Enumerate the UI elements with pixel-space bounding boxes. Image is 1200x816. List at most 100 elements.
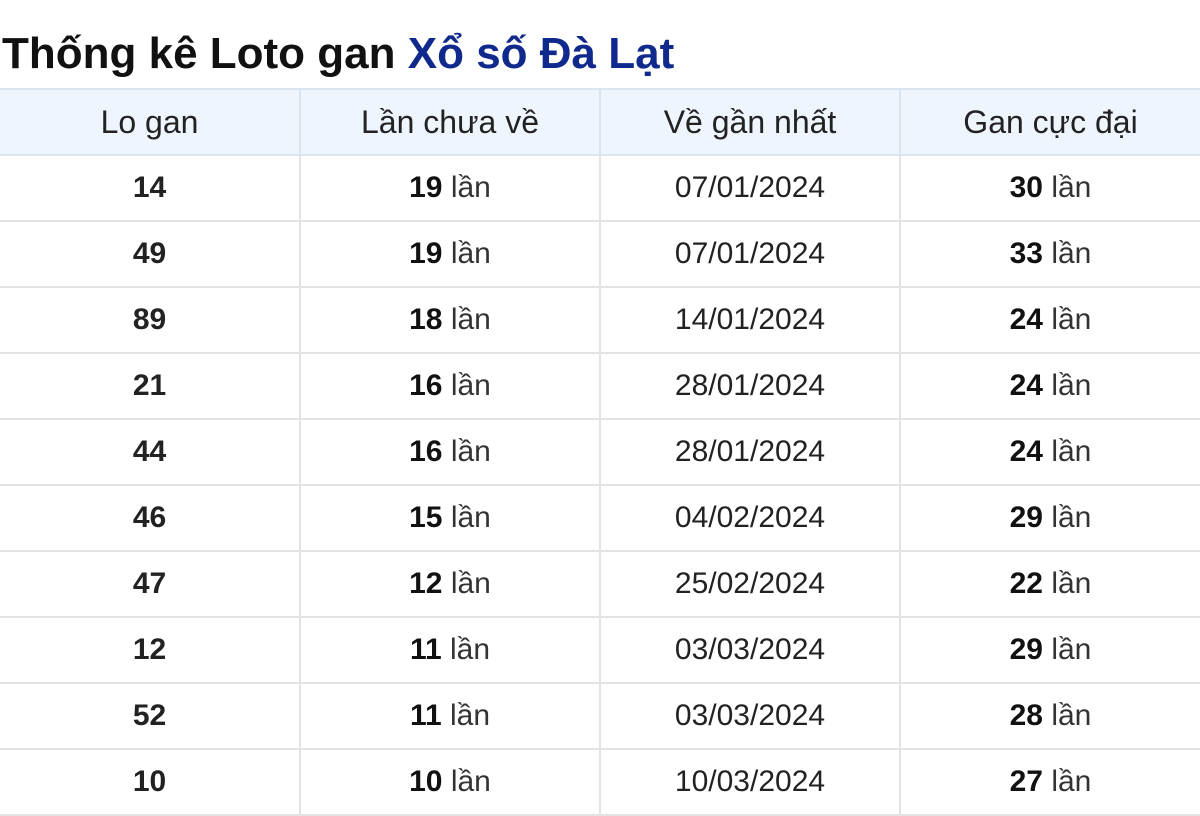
cell-lan-chua-ve-unit: lần <box>450 435 491 468</box>
cell-gan-cuc-dai-value: 22 <box>1009 567 1043 600</box>
cell-gan-cuc-dai-value: 24 <box>1009 369 1043 402</box>
table-header-row: Lo gan Lần chưa về Về gần nhất Gan cực đ… <box>0 88 1200 156</box>
cell-lan-chua-ve-value: 19 <box>409 171 443 204</box>
page: Thống kê Loto gan Xổ số Đà Lạt Lo gan Lầ… <box>0 0 1200 816</box>
cell-gan-cuc-dai-unit: lần <box>1051 765 1092 798</box>
cell-lan-chua-ve-value: 18 <box>409 303 443 336</box>
cell-lan-chua-ve: 16 lần <box>300 419 601 486</box>
cell-gan-cuc-dai: 24 lần <box>900 353 1200 420</box>
cell-lan-chua-ve-unit: lần <box>450 303 491 336</box>
cell-gan-cuc-dai-unit: lần <box>1051 237 1092 270</box>
cell-lo-gan: 21 <box>0 353 301 420</box>
header-ve-gan-nhat: Về gần nhất <box>600 88 901 156</box>
cell-lan-chua-ve: 19 lần <box>300 155 601 222</box>
cell-gan-cuc-dai: 28 lần <box>900 683 1200 750</box>
title-accent[interactable]: Xổ số Đà Lạt <box>408 29 675 78</box>
cell-ve-gan-nhat[interactable]: 03/03/2024 <box>600 683 901 750</box>
cell-gan-cuc-dai: 33 lần <box>900 221 1200 288</box>
cell-lan-chua-ve: 11 lần <box>300 617 601 684</box>
cell-lan-chua-ve-unit: lần <box>450 171 491 204</box>
cell-gan-cuc-dai-unit: lần <box>1051 633 1092 666</box>
table-row: 49 19 lần 07/01/2024 33 lần <box>0 221 1200 288</box>
cell-lan-chua-ve-unit: lần <box>450 501 491 534</box>
header-lo-gan: Lo gan <box>0 88 301 156</box>
cell-lo-gan: 46 <box>0 485 301 552</box>
cell-gan-cuc-dai: 24 lần <box>900 419 1200 486</box>
cell-gan-cuc-dai-value: 27 <box>1009 765 1043 798</box>
cell-lo-gan: 47 <box>0 551 301 618</box>
cell-gan-cuc-dai: 24 lần <box>900 287 1200 354</box>
cell-gan-cuc-dai: 29 lần <box>900 485 1200 552</box>
cell-lan-chua-ve-value: 19 <box>409 237 443 270</box>
cell-ve-gan-nhat[interactable]: 07/01/2024 <box>600 221 901 288</box>
cell-gan-cuc-dai-unit: lần <box>1051 171 1092 204</box>
cell-gan-cuc-dai-unit: lần <box>1051 369 1092 402</box>
table-row: 52 11 lần 03/03/2024 28 lần <box>0 683 1200 750</box>
table-row: 12 11 lần 03/03/2024 29 lần <box>0 617 1200 684</box>
cell-lan-chua-ve: 16 lần <box>300 353 601 420</box>
cell-gan-cuc-dai-value: 30 <box>1009 171 1043 204</box>
table-row: 89 18 lần 14/01/2024 24 lần <box>0 287 1200 354</box>
cell-gan-cuc-dai-unit: lần <box>1051 699 1092 732</box>
cell-lan-chua-ve: 11 lần <box>300 683 601 750</box>
cell-gan-cuc-dai: 30 lần <box>900 155 1200 222</box>
cell-lan-chua-ve-unit: lần <box>450 765 491 798</box>
page-title: Thống kê Loto gan Xổ số Đà Lạt <box>2 24 674 84</box>
cell-lan-chua-ve: 10 lần <box>300 749 601 816</box>
cell-lan-chua-ve-value: 16 <box>409 369 443 402</box>
table-row: 14 19 lần 07/01/2024 30 lần <box>0 155 1200 222</box>
cell-lan-chua-ve-value: 15 <box>409 501 443 534</box>
loto-gan-table: Lo gan Lần chưa về Về gần nhất Gan cực đ… <box>0 88 1200 816</box>
cell-gan-cuc-dai-unit: lần <box>1051 435 1092 468</box>
cell-gan-cuc-dai-unit: lần <box>1051 567 1092 600</box>
cell-lan-chua-ve-value: 12 <box>409 567 443 600</box>
cell-lo-gan: 49 <box>0 221 301 288</box>
cell-ve-gan-nhat[interactable]: 10/03/2024 <box>600 749 901 816</box>
header-gan-cuc-dai: Gan cực đại <box>900 88 1200 156</box>
cell-ve-gan-nhat[interactable]: 28/01/2024 <box>600 353 901 420</box>
cell-lan-chua-ve-value: 16 <box>409 435 443 468</box>
cell-lo-gan: 44 <box>0 419 301 486</box>
cell-ve-gan-nhat[interactable]: 14/01/2024 <box>600 287 901 354</box>
cell-lan-chua-ve-value: 11 <box>409 633 442 666</box>
cell-gan-cuc-dai: 29 lần <box>900 617 1200 684</box>
cell-gan-cuc-dai-value: 24 <box>1009 303 1043 336</box>
cell-gan-cuc-dai: 27 lần <box>900 749 1200 816</box>
cell-ve-gan-nhat[interactable]: 25/02/2024 <box>600 551 901 618</box>
cell-ve-gan-nhat[interactable]: 03/03/2024 <box>600 617 901 684</box>
cell-lan-chua-ve-unit: lần <box>450 237 491 270</box>
cell-lan-chua-ve-unit: lần <box>450 699 491 732</box>
cell-lan-chua-ve: 19 lần <box>300 221 601 288</box>
cell-gan-cuc-dai-value: 29 <box>1009 633 1043 666</box>
cell-gan-cuc-dai-value: 28 <box>1009 699 1043 732</box>
cell-gan-cuc-dai-unit: lần <box>1051 501 1092 534</box>
header-lan-chua-ve: Lần chưa về <box>300 88 601 156</box>
cell-lan-chua-ve-value: 10 <box>409 765 443 798</box>
table-row: 46 15 lần 04/02/2024 29 lần <box>0 485 1200 552</box>
cell-gan-cuc-dai: 22 lần <box>900 551 1200 618</box>
cell-lo-gan: 14 <box>0 155 301 222</box>
cell-lan-chua-ve: 18 lần <box>300 287 601 354</box>
cell-lo-gan: 10 <box>0 749 301 816</box>
cell-lan-chua-ve-unit: lần <box>450 567 491 600</box>
cell-lan-chua-ve-unit: lần <box>450 633 491 666</box>
title-prefix: Thống kê Loto gan <box>2 29 396 78</box>
cell-ve-gan-nhat[interactable]: 07/01/2024 <box>600 155 901 222</box>
cell-lo-gan: 89 <box>0 287 301 354</box>
cell-ve-gan-nhat[interactable]: 28/01/2024 <box>600 419 901 486</box>
table-row: 44 16 lần 28/01/2024 24 lần <box>0 419 1200 486</box>
cell-lo-gan: 12 <box>0 617 301 684</box>
table-row: 10 10 lần 10/03/2024 27 lần <box>0 749 1200 816</box>
cell-lo-gan: 52 <box>0 683 301 750</box>
cell-gan-cuc-dai-unit: lần <box>1051 303 1092 336</box>
table-row: 21 16 lần 28/01/2024 24 lần <box>0 353 1200 420</box>
cell-ve-gan-nhat[interactable]: 04/02/2024 <box>600 485 901 552</box>
cell-gan-cuc-dai-value: 33 <box>1009 237 1043 270</box>
cell-lan-chua-ve: 15 lần <box>300 485 601 552</box>
cell-gan-cuc-dai-value: 24 <box>1009 435 1043 468</box>
cell-lan-chua-ve-unit: lần <box>450 369 491 402</box>
cell-lan-chua-ve-value: 11 <box>409 699 442 732</box>
cell-gan-cuc-dai-value: 29 <box>1009 501 1043 534</box>
table-row: 47 12 lần 25/02/2024 22 lần <box>0 551 1200 618</box>
cell-lan-chua-ve: 12 lần <box>300 551 601 618</box>
